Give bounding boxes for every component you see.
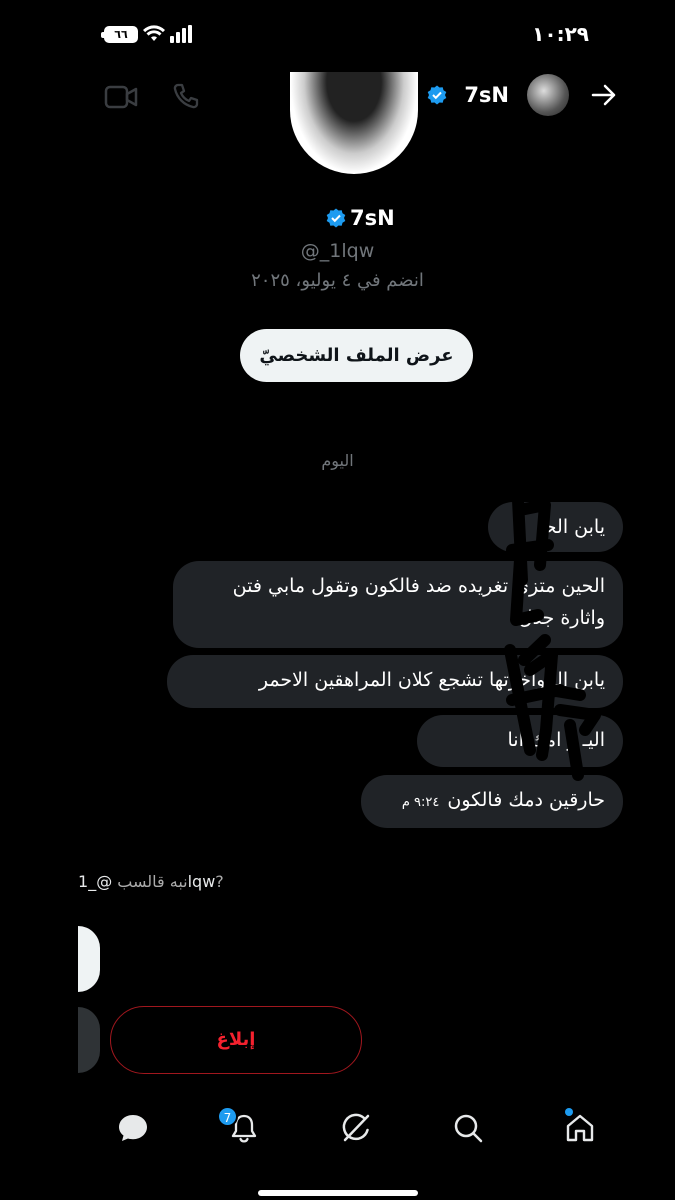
header-avatar[interactable] <box>527 74 569 116</box>
verified-badge-icon <box>427 85 447 105</box>
status-time: ١٠:٢٩ <box>532 22 589 46</box>
messages-icon[interactable] <box>117 1112 149 1144</box>
message-timestamp: ٩:٢٤ م <box>401 795 440 810</box>
profile-handle: @_1lqw <box>300 240 375 262</box>
notification-badge: 7 <box>217 1106 238 1127</box>
verified-badge-icon <box>326 208 346 228</box>
signal-icon <box>170 25 192 43</box>
search-icon[interactable] <box>452 1112 484 1144</box>
grok-icon[interactable] <box>340 1112 372 1144</box>
censor-scribble <box>504 494 601 781</box>
back-arrow-icon[interactable] <box>591 82 617 108</box>
report-button[interactable]: إبلاغ <box>110 1006 362 1074</box>
header-name[interactable]: 7sN <box>464 83 509 107</box>
mention-prefix: نبه قالسب <box>117 872 188 891</box>
view-profile-button[interactable]: عرض الملف الشخصيّ <box>240 329 473 382</box>
phone-call-icon[interactable] <box>172 82 200 110</box>
video-call-icon[interactable] <box>104 84 138 110</box>
bottom-nav <box>0 1100 675 1160</box>
wifi-icon <box>143 25 165 41</box>
message-text: حارقين دمك فالكون <box>447 789 605 811</box>
profile-name: 7sN <box>350 206 395 230</box>
mention-prompt: نبه قالسب @_1lqw? <box>78 872 224 891</box>
profile-avatar[interactable] <box>290 72 418 174</box>
home-indicator[interactable] <box>258 1190 418 1196</box>
home-unread-dot <box>565 1108 573 1116</box>
home-icon[interactable] <box>564 1112 596 1144</box>
profile-joined-date: انضم في ٤ يوليو، ٢٠٢٥ <box>251 270 424 291</box>
status-bar: ٦٦ ١٠:٢٩ <box>0 0 675 70</box>
accept-button[interactable] <box>78 926 100 992</box>
mention-suffix: ? <box>215 872 224 891</box>
secondary-button[interactable] <box>78 1007 100 1073</box>
date-separator: اليوم <box>321 451 354 470</box>
battery-icon: ٦٦ <box>101 26 138 43</box>
